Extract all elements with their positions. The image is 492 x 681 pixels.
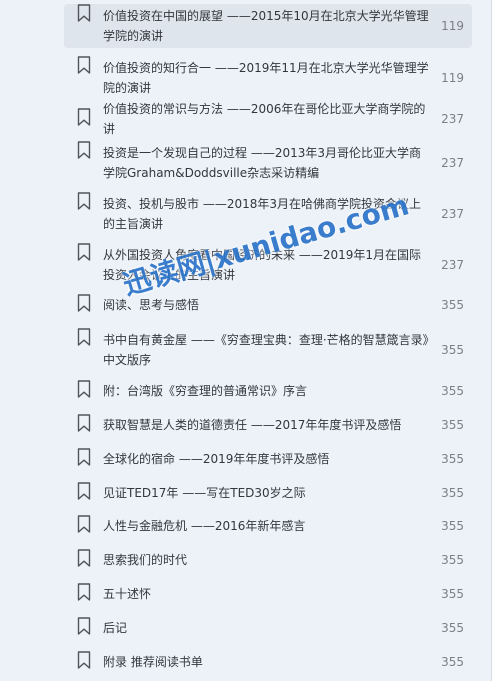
toc-item[interactable]: 附录 推荐阅读书单 355 xyxy=(64,651,472,673)
toc-item[interactable]: 投资、投机与股市 ——2018年3月在哈佛商学院投资会议上的主旨演讲 237 xyxy=(64,192,472,236)
bookmark-icon[interactable] xyxy=(77,4,91,22)
toc-item-page: 355 xyxy=(441,384,464,398)
toc-item-page: 355 xyxy=(441,587,464,601)
toc-item-title: 从外国投资人角度看中国经济的未来 ——2019年1月在国际投资人会议上的主旨演讲 xyxy=(103,248,421,282)
toc-item[interactable]: 全球化的宿命 ——2019年年度书评及感悟 355 xyxy=(64,448,472,470)
bookmark-icon[interactable] xyxy=(77,108,91,126)
bookmark-icon[interactable] xyxy=(77,192,91,210)
toc-item-title: 后记 xyxy=(103,621,128,635)
toc-item-page: 237 xyxy=(441,156,464,170)
bookmark-icon[interactable] xyxy=(77,414,91,432)
toc-item-page: 355 xyxy=(441,418,464,432)
toc-item[interactable]: 从外国投资人角度看中国经济的未来 ——2019年1月在国际投资人会议上的主旨演讲… xyxy=(64,243,472,287)
toc-item-title: 思索我们的时代 xyxy=(103,553,188,567)
bookmark-icon[interactable] xyxy=(77,583,91,601)
toc-item-title: 书中自有黄金屋 ——《穷查理宝典：查理·芒格的智慧箴言录》中文版序 xyxy=(103,333,429,367)
toc-item-page: 355 xyxy=(441,553,464,567)
toc-item[interactable]: 价值投资的知行合一 ——2019年11月在北京大学光华管理学院的演讲 119 xyxy=(64,56,472,100)
toc-item-page: 355 xyxy=(441,298,464,312)
toc-item[interactable]: 人性与金融危机 ——2016年新年感言 355 xyxy=(64,515,472,537)
bookmark-icon[interactable] xyxy=(77,294,91,312)
toc-item-page: 355 xyxy=(441,655,464,669)
toc-item-title: 阅读、思考与感悟 xyxy=(103,298,200,312)
toc-item-title: 见证TED17年 ——写在TED30岁之际 xyxy=(103,486,306,500)
toc-item[interactable]: 阅读、思考与感悟 355 xyxy=(64,294,472,316)
toc-item-title: 投资是一个发现自己的过程 ——2013年3月哥伦比亚大学商学院Graham&Do… xyxy=(103,146,421,180)
toc-item-title: 价值投资的常识与方法 ——2006年在哥伦比亚大学商学院的讲 xyxy=(103,102,426,136)
toc-item-title: 投资、投机与股市 ——2018年3月在哈佛商学院投资会议上的主旨演讲 xyxy=(103,197,421,231)
toc-item-page: 355 xyxy=(441,343,464,357)
toc-item-title: 价值投资在中国的展望 ——2015年10月在北京大学光华管理学院的演讲 xyxy=(103,9,429,43)
toc-item[interactable]: 书中自有黄金屋 ——《穷查理宝典：查理·芒格的智慧箴言录》中文版序 355 xyxy=(64,328,472,372)
toc-item-title: 全球化的宿命 ——2019年年度书评及感悟 xyxy=(103,452,330,466)
toc-item[interactable]: 附：台湾版《穷查理的普通常识》序言 355 xyxy=(64,380,472,402)
toc-item-title: 获取智慧是人类的道德责任 ——2017年年度书评及感悟 xyxy=(103,418,402,432)
toc-item-page: 237 xyxy=(441,112,464,126)
toc-item-page: 237 xyxy=(441,207,464,221)
toc-item-page: 237 xyxy=(441,258,464,272)
toc-item-page: 355 xyxy=(441,452,464,466)
toc-item[interactable]: 见证TED17年 ——写在TED30岁之际 355 xyxy=(64,482,472,504)
toc-item-page: 119 xyxy=(441,71,464,85)
toc-item-page: 355 xyxy=(441,486,464,500)
toc-item-page: 355 xyxy=(441,519,464,533)
toc-item[interactable]: 投资是一个发现自己的过程 ——2013年3月哥伦比亚大学商学院Graham&Do… xyxy=(64,141,472,185)
bookmark-icon[interactable] xyxy=(77,617,91,635)
toc-item-title: 附录 推荐阅读书单 xyxy=(103,655,203,669)
table-of-contents: 价值投资在中国的展望 ——2015年10月在北京大学光华管理学院的演讲 119 … xyxy=(0,0,492,681)
toc-item-title: 五十述怀 xyxy=(103,587,152,601)
toc-item-page: 119 xyxy=(441,19,464,33)
toc-item[interactable]: 后记 355 xyxy=(64,617,472,639)
toc-item[interactable]: 思索我们的时代 355 xyxy=(64,549,472,571)
bookmark-icon[interactable] xyxy=(77,482,91,500)
bookmark-icon[interactable] xyxy=(77,651,91,669)
toc-item[interactable]: 五十述怀 355 xyxy=(64,583,472,605)
toc-item-title: 价值投资的知行合一 ——2019年11月在北京大学光华管理学院的演讲 xyxy=(103,61,429,95)
bookmark-icon[interactable] xyxy=(77,515,91,533)
bookmark-icon[interactable] xyxy=(77,328,91,346)
bookmark-icon[interactable] xyxy=(77,141,91,159)
toc-item-title: 人性与金融危机 ——2016年新年感言 xyxy=(103,519,306,533)
bookmark-icon[interactable] xyxy=(77,549,91,567)
bookmark-icon[interactable] xyxy=(77,56,91,74)
toc-item-page: 355 xyxy=(441,621,464,635)
bookmark-icon[interactable] xyxy=(77,448,91,466)
toc-item[interactable]: 价值投资在中国的展望 ——2015年10月在北京大学光华管理学院的演讲 119 xyxy=(64,4,472,48)
toc-item-title: 附：台湾版《穷查理的普通常识》序言 xyxy=(103,384,308,398)
toc-item[interactable]: 价值投资的常识与方法 ——2006年在哥伦比亚大学商学院的讲 237 xyxy=(64,102,472,136)
bookmark-icon[interactable] xyxy=(77,380,91,398)
toc-item[interactable]: 获取智慧是人类的道德责任 ——2017年年度书评及感悟 355 xyxy=(64,414,472,436)
bookmark-icon[interactable] xyxy=(77,243,91,261)
